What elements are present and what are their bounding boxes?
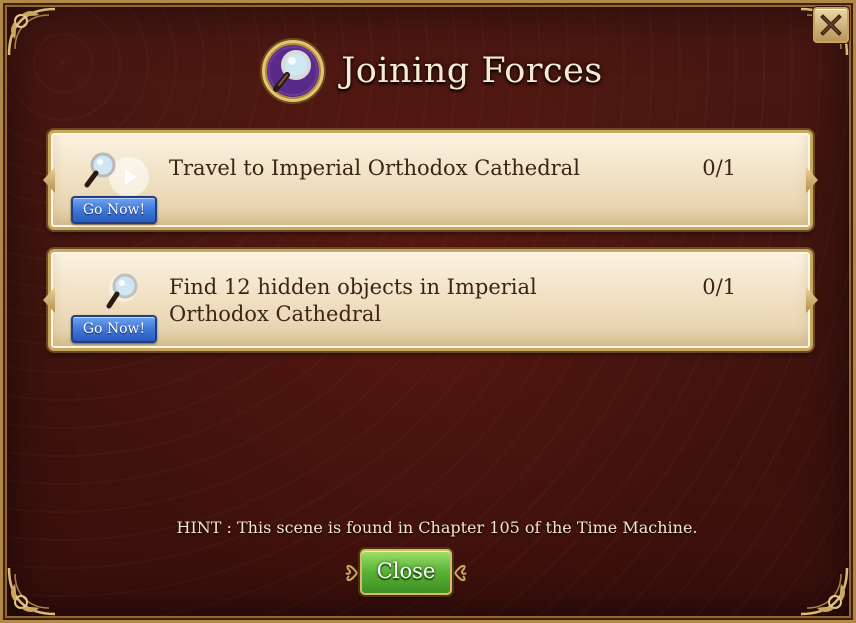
panel-bevel xyxy=(806,167,818,193)
panel-bevel xyxy=(806,287,818,313)
dialog-title: Joining Forces xyxy=(341,51,603,91)
task-description: Travel to Imperial Orthodox Cathedral xyxy=(169,156,580,180)
magnifying-glass-play-icon xyxy=(84,152,149,197)
panel-bevel xyxy=(43,287,55,313)
hint-text: HINT : This scene is found in Chapter 10… xyxy=(176,518,698,537)
task-description-line: Find 12 hidden objects in Imperial xyxy=(169,275,537,299)
go-now-button[interactable]: Go Now! xyxy=(71,315,157,343)
corner-ornament-icon xyxy=(797,564,851,618)
panel-bevel xyxy=(43,167,55,193)
task-progress: 0/1 xyxy=(702,156,736,180)
task-description-line: Orthodox Cathedral xyxy=(169,302,382,326)
close-button-group: Close xyxy=(343,547,469,597)
task-row: Go Now! Travel to Imperial Orthodox Cath… xyxy=(43,130,818,230)
close-button[interactable]: Close xyxy=(360,549,452,595)
magnifying-glass-medal-icon xyxy=(260,38,327,104)
scroll-ornament-icon xyxy=(454,564,467,582)
scroll-ornament-icon xyxy=(345,564,358,582)
x-close-icon xyxy=(820,14,842,36)
task-progress: 0/1 xyxy=(702,275,736,299)
corner-ornament-icon xyxy=(5,564,59,618)
magnifying-glass-icon xyxy=(106,273,138,309)
go-now-button[interactable]: Go Now! xyxy=(71,196,157,224)
dialog-header: Joining Forces xyxy=(3,37,856,105)
quest-dialog: Joining Forces Go Now! Travel to Imperia… xyxy=(0,0,856,623)
task-description: Find 12 hidden objects in Imperial Ortho… xyxy=(169,274,669,328)
task-row: Go Now! Find 12 hidden objects in Imperi… xyxy=(43,249,818,351)
